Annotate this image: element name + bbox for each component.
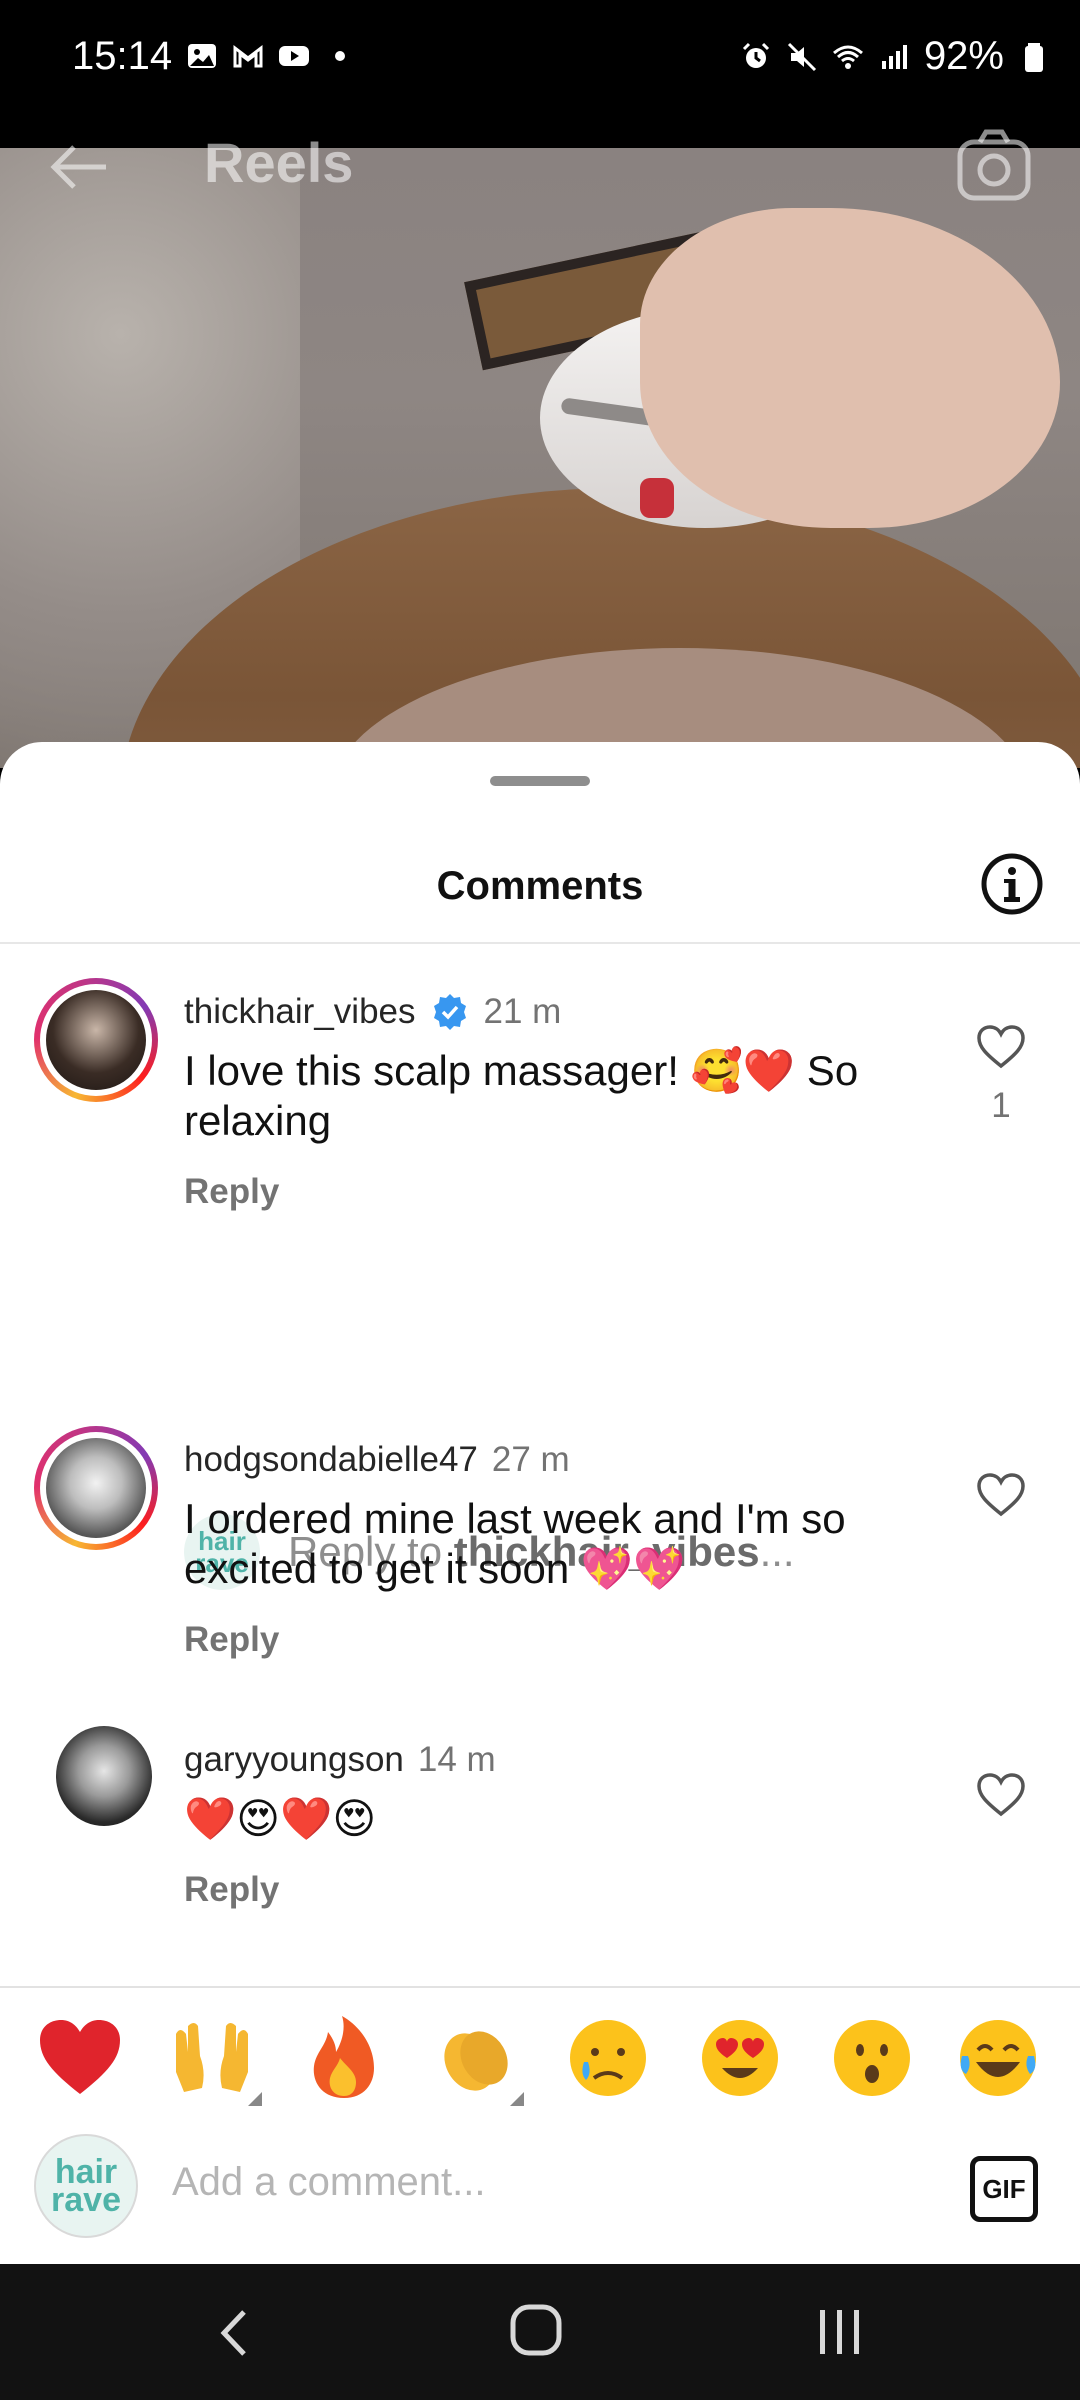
sheet-divider (0, 942, 1080, 944)
reply-button[interactable]: Reply (184, 1172, 279, 1212)
like-heart-icon[interactable] (976, 1024, 1026, 1070)
emoji-surprised-face-icon[interactable] (826, 2012, 918, 2104)
info-icon[interactable] (980, 852, 1044, 916)
nav-home-icon[interactable] (508, 2302, 564, 2358)
comment-header: hodgsondabielle47 27 m (184, 1440, 570, 1480)
comment-text: I love this scalp massager! 🥰❤️ So relax… (184, 1047, 859, 1144)
signal-icon (881, 44, 907, 69)
status-right-icons: 92% (740, 34, 1050, 79)
avatar[interactable] (34, 978, 158, 1102)
emoji-raised-hands-icon[interactable] (166, 2012, 258, 2104)
camera-icon[interactable] (956, 128, 1032, 204)
comment-timestamp: 27 m (491, 1440, 570, 1479)
verified-badge-icon (433, 994, 466, 1030)
nav-back-icon[interactable] (210, 2306, 260, 2360)
emoji-variant-indicator (510, 2092, 524, 2106)
emoji-variant-indicator (248, 2092, 262, 2106)
comment-text: ❤️😍❤️😍 (184, 1795, 377, 1842)
nav-recents-icon[interactable] (812, 2304, 868, 2360)
comment-timestamp: 21 m (483, 992, 562, 1031)
status-time: 15:14 (72, 34, 173, 78)
comment-input[interactable]: Add a comment... (172, 2160, 485, 2205)
like-count: 1 (991, 1086, 1011, 1125)
emoji-fire-icon[interactable] (298, 2012, 390, 2104)
emoji-heart-icon[interactable] (34, 2012, 126, 2104)
comment-timestamp: 14 m (417, 1740, 496, 1779)
like-heart-icon[interactable] (976, 1472, 1026, 1518)
video-device-button (640, 478, 674, 518)
reel-video[interactable] (0, 148, 1080, 768)
dot-icon (335, 51, 345, 61)
emoji-joy-icon[interactable] (952, 2012, 1044, 2104)
emoji-crying-face-icon[interactable] (562, 2012, 654, 2104)
comments-sheet: Comments thickhair_vibes 21 m I love thi… (0, 742, 1080, 2264)
reply-button[interactable]: Reply (184, 1620, 279, 1660)
status-bar: 15:14 92% (0, 0, 1080, 148)
comment-header: garyyoungson 14 m (184, 1740, 496, 1780)
like-heart-icon[interactable] (976, 1772, 1026, 1818)
comment-username[interactable]: garyyoungson (184, 1740, 404, 1780)
comments-title: Comments (436, 864, 644, 908)
comment-text: I ordered mine last week and I'm so exci… (184, 1495, 846, 1592)
avatar[interactable] (34, 1426, 158, 1550)
alarm-icon (742, 42, 769, 68)
reels-title: Reels (204, 131, 354, 194)
emoji-quick-bar (0, 2012, 1080, 2122)
emoji-heart-eyes-icon[interactable] (694, 2012, 786, 2104)
mute-icon (787, 42, 816, 71)
comment-composer: hair rave Add a comment... GIF (0, 2134, 1080, 2264)
sheet-drag-handle[interactable] (490, 776, 590, 786)
status-left-icons (186, 40, 356, 72)
comment-header: thickhair_vibes 21 m (184, 992, 561, 1032)
own-avatar: hair rave (34, 2134, 138, 2238)
gallery-icon (188, 44, 216, 68)
youtube-icon (279, 46, 309, 66)
comment-username[interactable]: thickhair_vibes (184, 992, 416, 1032)
gif-button[interactable]: GIF (970, 2156, 1038, 2222)
emoji-clapping-hands-icon[interactable] (430, 2012, 522, 2104)
emoji-bar-divider (0, 1986, 1080, 1988)
comment-username[interactable]: hodgsondabielle47 (184, 1440, 478, 1480)
avatar[interactable] (56, 1726, 152, 1826)
back-arrow-icon[interactable] (44, 132, 114, 202)
reply-button[interactable]: Reply (184, 1870, 279, 1910)
avatar-photo (46, 1438, 146, 1538)
battery-percent: 92% (923, 34, 1004, 78)
avatar-photo (46, 990, 146, 1090)
wifi-icon (832, 45, 863, 69)
video-hand (640, 208, 1060, 528)
system-nav-bar (0, 2264, 1080, 2400)
battery-icon (1025, 42, 1043, 72)
gmail-icon (233, 44, 263, 68)
